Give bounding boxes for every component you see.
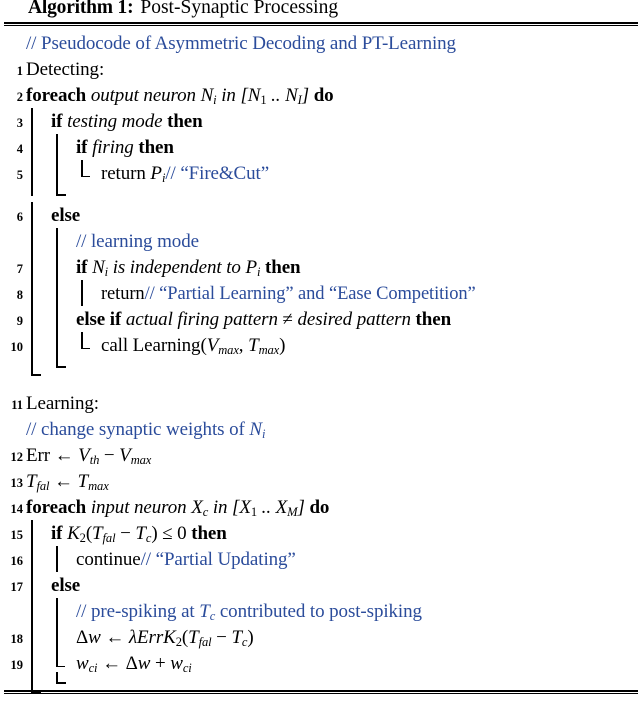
line-number <box>0 228 26 237</box>
indent-guide <box>26 202 51 228</box>
indent-guide <box>26 134 51 160</box>
line-number: 18 <box>10 632 24 646</box>
else-keyword: else <box>51 205 81 226</box>
line-number: 4 <box>16 142 23 156</box>
indent-guide <box>51 134 76 160</box>
comment-text: // learning mode <box>76 231 199 252</box>
block-end-marker <box>76 332 101 358</box>
line-2: 2 foreach output neuron Ni in [N1 .. NI]… <box>0 82 640 108</box>
line-7: 7 if Ni is independent to Pi then <box>0 254 640 280</box>
block-terminator-if-firing <box>0 184 640 202</box>
line-number <box>0 598 26 607</box>
indent-guide <box>26 332 51 358</box>
line-13: 13 Tfal ← Tmax <box>0 468 640 494</box>
line-number: 7 <box>16 262 23 276</box>
line-16: 16 continue// “Partial Updating” <box>0 546 640 572</box>
indent-guide <box>26 546 51 572</box>
line-17: 17 else <box>0 572 640 598</box>
line-comment-learning-mode: // learning mode <box>0 228 640 254</box>
block-end-marker <box>76 160 101 186</box>
line-1: 1 Detecting: <box>0 56 640 82</box>
indent-guide <box>51 598 76 624</box>
indent-guide <box>76 280 101 306</box>
indent-guide <box>26 520 51 546</box>
line-9: 9 else if actual firing pattern ≠ desire… <box>0 306 640 332</box>
line-18: 18 Δw ← λErrK2(Tfal − Tc) <box>0 624 640 650</box>
line-4: 4 if firing then <box>0 134 640 160</box>
line-number: 8 <box>16 288 23 302</box>
bottom-divider <box>0 690 640 694</box>
indent-guide <box>26 280 51 306</box>
return-statement: return// “Partial Learning” and “Ease Co… <box>101 284 476 304</box>
line-6: 6 else <box>0 202 640 228</box>
algorithm-block: Algorithm 1: Post-Synaptic Processing //… <box>0 0 640 705</box>
line-number: 11 <box>11 398 23 412</box>
line-number: 6 <box>16 210 23 224</box>
line-number: 14 <box>10 502 24 516</box>
indent-guide <box>26 160 51 186</box>
line-5: 5 return Pi// “Fire&Cut” <box>0 160 640 186</box>
line-12: 12 Err ← Vth − Vmax <box>0 442 640 468</box>
line-comment-change-weights: // change synaptic weights of Ni <box>0 416 640 442</box>
indent-guide <box>51 332 76 358</box>
indent-guide <box>51 228 76 254</box>
statement-detecting: Detecting: <box>26 59 105 80</box>
if-testing-mode: if testing mode then <box>51 111 203 132</box>
line-comment-pseudocode: // Pseudocode of Asymmetric Decoding and… <box>0 30 640 56</box>
algorithm-label: Algorithm 1: <box>28 0 134 18</box>
line-15: 15 if K2(Tfal − Tc) ≤ 0 then <box>0 520 640 546</box>
indent-guide <box>51 160 76 186</box>
algorithm-body: // Pseudocode of Asymmetric Decoding and… <box>0 26 640 698</box>
block-terminator-detecting <box>0 354 640 380</box>
comment-text: // Pseudocode of Asymmetric Decoding and… <box>26 33 456 54</box>
indent-guide <box>51 306 76 332</box>
line-comment-prespiking: // pre-spiking at Tc contributed to post… <box>0 598 640 624</box>
else-if-pattern-mismatch: else if actual firing pattern ≠ desired … <box>76 309 452 330</box>
line-number: 13 <box>10 476 24 490</box>
line-number: 5 <box>16 168 23 182</box>
line-number: 12 <box>10 450 24 464</box>
algorithm-title-row: Algorithm 1: Post-Synaptic Processing <box>0 0 640 19</box>
if-firing: if firing then <box>76 137 174 158</box>
line-number <box>0 416 26 425</box>
indent-guide <box>51 254 76 280</box>
line-number: 15 <box>10 528 24 542</box>
indent-guide <box>26 572 51 598</box>
line-number: 9 <box>16 314 23 328</box>
indent-guide <box>26 306 51 332</box>
indent-guide <box>51 280 76 306</box>
indent-guide <box>51 624 76 650</box>
block-terminator-learning <box>0 672 640 698</box>
line-3: 3 if testing mode then <box>0 108 640 134</box>
line-number <box>0 30 26 39</box>
line-number: 16 <box>10 554 24 568</box>
indent-guide <box>26 254 51 280</box>
indent-guide <box>26 650 51 676</box>
continue-statement: continue// “Partial Updating” <box>76 549 296 570</box>
line-19: 19 wci ← Δw + wci <box>0 650 640 676</box>
line-number: 1 <box>16 64 23 78</box>
indent-guide <box>26 228 51 254</box>
indent-guide <box>26 598 51 624</box>
line-8: 8 return// “Partial Learning” and “Ease … <box>0 280 640 306</box>
line-number: 17 <box>10 580 24 594</box>
page-title: Post-Synaptic Processing <box>140 0 339 18</box>
indent-guide <box>26 108 51 134</box>
indent-guide <box>51 546 76 572</box>
line-number: 3 <box>16 116 23 130</box>
block-end-marker <box>51 650 76 676</box>
line-14: 14 foreach input neuron Xc in [X1 .. XM]… <box>0 494 640 520</box>
statement-learning: Learning: <box>26 393 99 414</box>
line-10: 10 call Learning(Vmax, Tmax) <box>0 332 640 358</box>
indent-guide <box>26 624 51 650</box>
else-keyword: else <box>51 575 81 596</box>
line-number: 2 <box>16 90 23 104</box>
line-11: 11 Learning: <box>0 390 640 416</box>
line-number: 10 <box>10 340 24 354</box>
line-number: 19 <box>10 658 24 672</box>
